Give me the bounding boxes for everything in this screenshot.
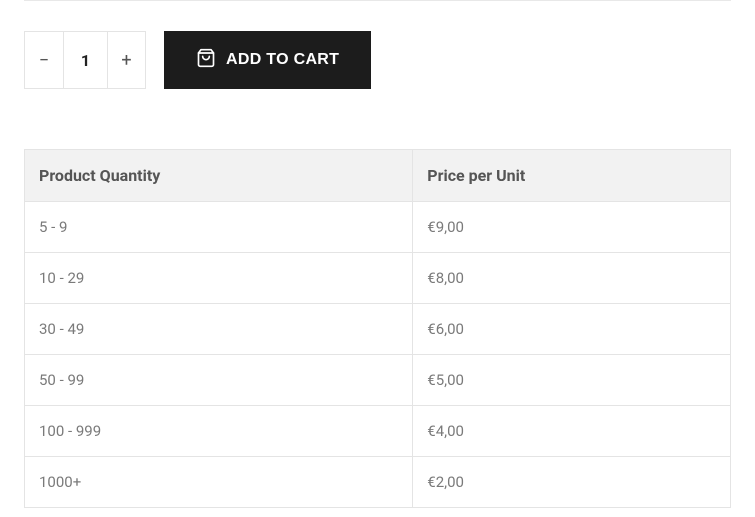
add-to-cart-button[interactable]: ADD TO CART (164, 31, 371, 89)
add-to-cart-label: ADD TO CART (226, 51, 339, 69)
cart-row: − 1 + ADD TO CART (24, 31, 731, 89)
table-row: 1000+ €2,00 (25, 457, 731, 508)
quantity-value[interactable]: 1 (63, 32, 107, 88)
quantity-decrease-button[interactable]: − (25, 32, 63, 88)
table-row: 10 - 29 €8,00 (25, 253, 731, 304)
bag-icon (196, 48, 216, 73)
table-row: 100 - 999 €4,00 (25, 406, 731, 457)
cell-price: €5,00 (413, 355, 731, 406)
table-header-row: Product Quantity Price per Unit (25, 150, 731, 202)
cell-quantity: 10 - 29 (25, 253, 413, 304)
quantity-increase-button[interactable]: + (107, 32, 145, 88)
cell-quantity: 1000+ (25, 457, 413, 508)
cell-price: €9,00 (413, 202, 731, 253)
cell-price: €8,00 (413, 253, 731, 304)
cell-quantity: 5 - 9 (25, 202, 413, 253)
pricing-table: Product Quantity Price per Unit 5 - 9 €9… (24, 149, 731, 508)
header-price: Price per Unit (413, 150, 731, 202)
cell-quantity: 100 - 999 (25, 406, 413, 457)
table-row: 5 - 9 €9,00 (25, 202, 731, 253)
table-row: 50 - 99 €5,00 (25, 355, 731, 406)
cell-price: €4,00 (413, 406, 731, 457)
header-quantity: Product Quantity (25, 150, 413, 202)
divider (24, 0, 731, 1)
cell-price: €2,00 (413, 457, 731, 508)
table-row: 30 - 49 €6,00 (25, 304, 731, 355)
quantity-stepper: − 1 + (24, 31, 146, 89)
cell-quantity: 50 - 99 (25, 355, 413, 406)
cell-price: €6,00 (413, 304, 731, 355)
cell-quantity: 30 - 49 (25, 304, 413, 355)
